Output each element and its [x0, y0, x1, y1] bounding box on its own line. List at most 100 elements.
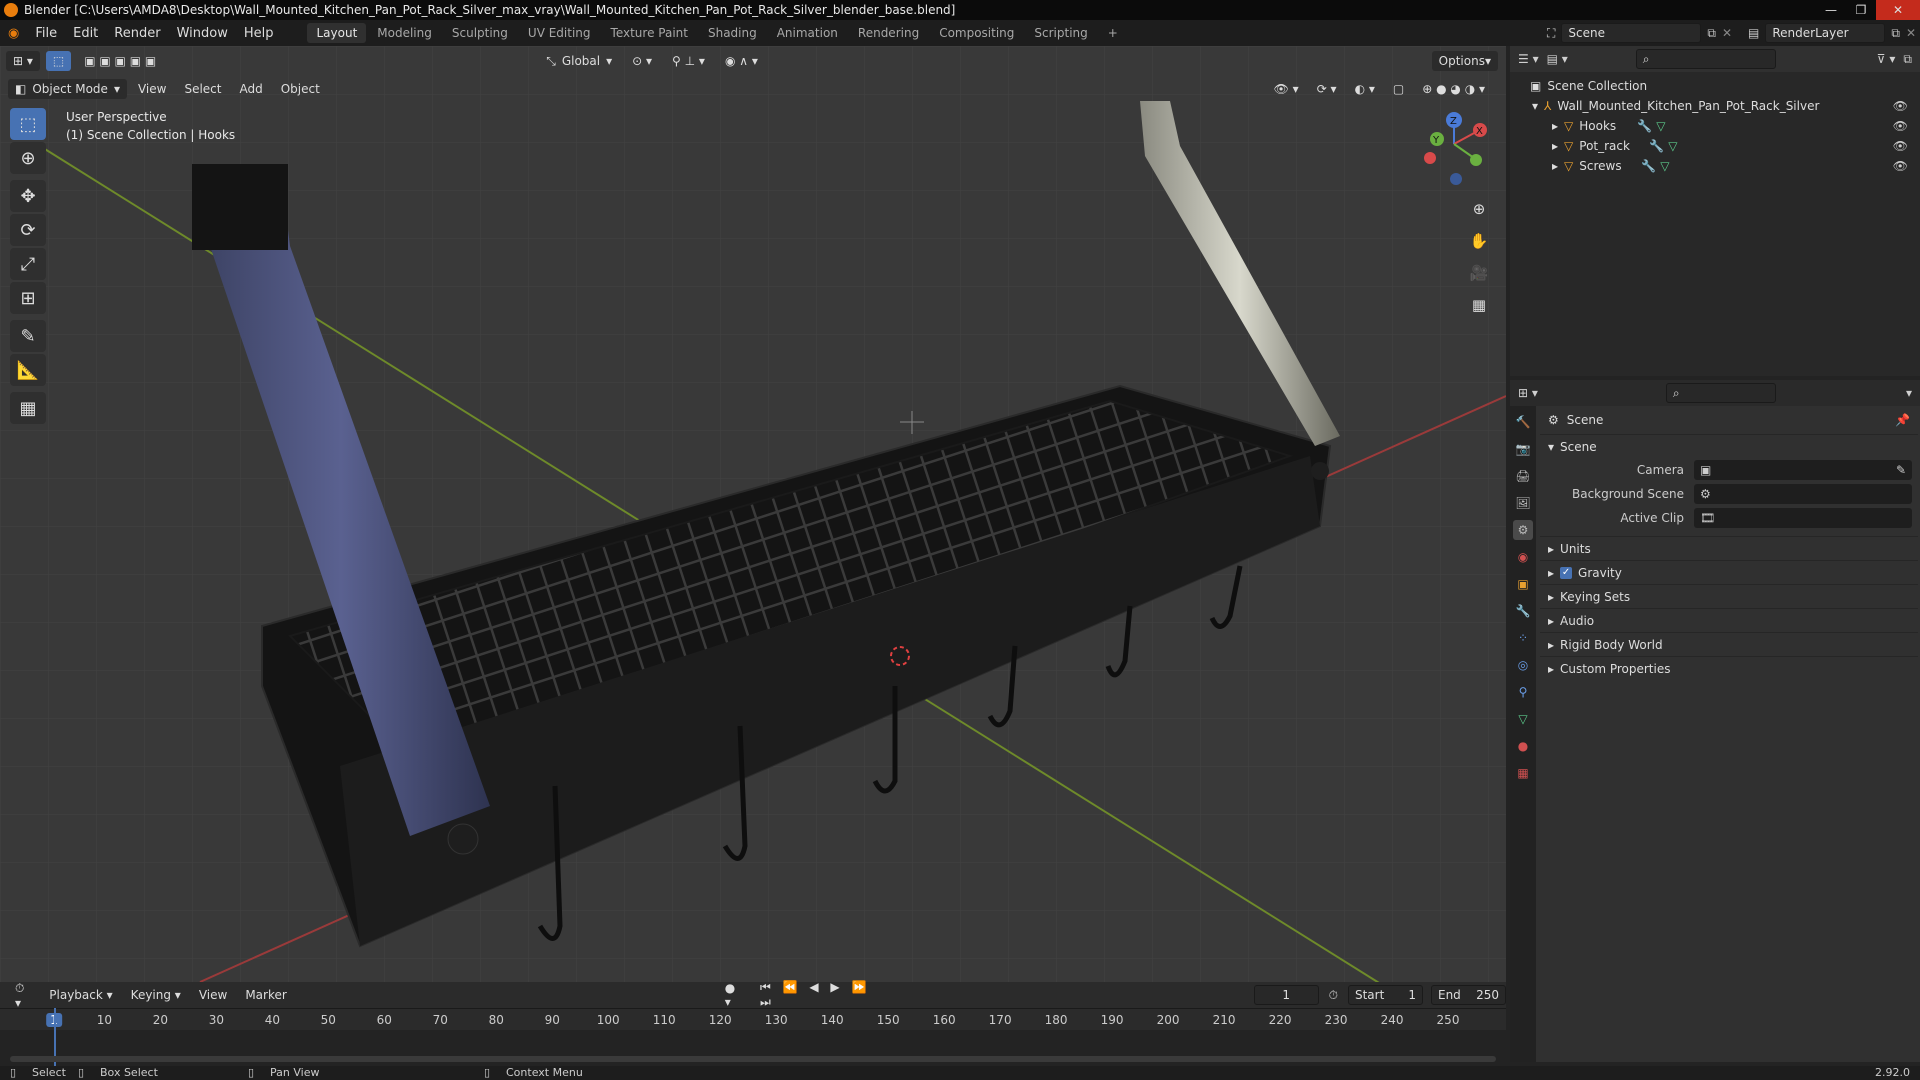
renderlayer-field[interactable]: RenderLayer [1765, 23, 1886, 43]
properties-editor-icon[interactable]: ⊞ ▾ [1518, 386, 1538, 400]
minimize-button[interactable]: — [1816, 0, 1846, 20]
material-tab-icon[interactable]: ● [1513, 736, 1533, 756]
autokey-record-icon[interactable]: ● ▾ [718, 981, 749, 1009]
tab-rendering[interactable]: Rendering [849, 23, 928, 43]
scene-section-header[interactable]: ▾ Scene [1540, 434, 1918, 458]
overlay-toggle-icon[interactable]: ◐ ▾ [1348, 79, 1382, 99]
render-tab-icon[interactable]: 📷 [1513, 439, 1533, 459]
data-tab-icon[interactable]: ▽ [1513, 709, 1533, 729]
pivot-point-icon[interactable]: ⊙ ▾ [625, 51, 659, 71]
xray-icon[interactable]: ▢ [1386, 79, 1411, 99]
shading-mode-icons[interactable]: ⊕ ● ◕ ◑ ▾ [1415, 79, 1492, 99]
timeline-menu-marker[interactable]: Marker [238, 985, 293, 1005]
outliner-editor-icon[interactable]: ☰ ▾ [1518, 52, 1539, 66]
visibility-eye-icon[interactable]: 👁 [1893, 119, 1908, 133]
pan-hand-icon[interactable]: ✋ [1466, 228, 1492, 254]
cursor-tool-icon[interactable]: ⊕ [10, 142, 46, 174]
3d-viewport[interactable]: Z X Y ⊞ ▾ ⬚ ▣ ▣ ▣ ▣ ▣ ⤡ Global ▾ ⊙ ▾ ⚲ ⊥ … [0, 46, 1506, 982]
outliner-collection[interactable]: ▾ ⅄ Wall_Mounted_Kitchen_Pan_Pot_Rack_Si… [1510, 96, 1920, 116]
viewport-menu-add[interactable]: Add [232, 79, 269, 99]
visibility-eye-icon[interactable]: 👁 [1893, 99, 1908, 113]
tab-compositing[interactable]: Compositing [930, 23, 1023, 43]
editor-type-button[interactable]: ⊞ ▾ [6, 51, 40, 71]
tool-tab-icon[interactable]: 🔨 [1513, 412, 1533, 432]
options-dropdown[interactable]: Options ▾ [1431, 51, 1498, 71]
scale-tool-icon[interactable]: ⤢ [10, 248, 46, 280]
start-frame-field[interactable]: Start 1 [1347, 985, 1423, 1005]
modifier-wrench-icon[interactable]: 🔧 [1637, 119, 1652, 133]
panel-keying-sets[interactable]: ▸ Keying Sets [1540, 584, 1918, 608]
modifier-wrench-icon[interactable]: 🔧 [1641, 159, 1656, 173]
pin-icon[interactable]: 📌 [1895, 413, 1910, 427]
tab-modeling[interactable]: Modeling [368, 23, 441, 43]
tab-scripting[interactable]: Scripting [1025, 23, 1096, 43]
view-layer-tab-icon[interactable]: 🖼 [1513, 493, 1533, 513]
add-workspace-icon[interactable]: + [1099, 23, 1127, 43]
scene-field[interactable]: Scene [1561, 23, 1702, 43]
mesh-data-icon[interactable]: ▽ [1668, 139, 1677, 153]
properties-search-input[interactable]: ⌕ [1665, 383, 1776, 403]
outliner-search-input[interactable]: ⌕ [1635, 49, 1776, 69]
renderlayer-icon[interactable]: ▤ [1748, 23, 1759, 43]
timeline-scrollbar[interactable] [10, 1056, 1496, 1062]
outliner-item-screws[interactable]: ▸ ▽ Screws 🔧 ▽ 👁 [1510, 156, 1920, 176]
rotate-tool-icon[interactable]: ⟳ [10, 214, 46, 246]
playback-controls[interactable]: ⏮ ⏪ ◀ ▶ ⏩ ⏭ [753, 980, 880, 1009]
world-tab-icon[interactable]: ◉ [1513, 547, 1533, 567]
end-frame-field[interactable]: End 250 [1430, 985, 1506, 1005]
transform-orientation-dropdown[interactable]: ⤡ Global ▾ [539, 51, 619, 71]
mesh-data-icon[interactable]: ▽ [1660, 159, 1669, 173]
texture-tab-icon[interactable]: ▦ [1513, 763, 1533, 783]
modifier-tab-icon[interactable]: 🔧 [1513, 601, 1533, 621]
snap-icon[interactable]: ⚲ ⊥ ▾ [665, 51, 712, 71]
new-collection-icon[interactable]: ⧉ [1903, 52, 1912, 67]
tab-sculpting[interactable]: Sculpting [443, 23, 517, 43]
gravity-checkbox[interactable]: ✓ [1560, 566, 1573, 579]
scene-tab-icon[interactable]: ⚙ [1513, 520, 1533, 540]
menu-file[interactable]: File [27, 26, 65, 41]
selection-mode-set-icon[interactable]: ▣ ▣ ▣ ▣ ▣ [77, 51, 163, 71]
visibility-eye-icon[interactable]: 👁 [1893, 139, 1908, 153]
close-button[interactable]: ✕ [1876, 0, 1920, 20]
blender-menu-icon[interactable]: ◉ [0, 26, 27, 41]
outliner-item-hooks[interactable]: ▸ ▽ Hooks 🔧 ▽ 👁 [1510, 116, 1920, 136]
panel-custom-properties[interactable]: ▸ Custom Properties [1540, 656, 1918, 680]
ortho-grid-icon[interactable]: ▦ [1466, 292, 1492, 318]
viewport-menu-view[interactable]: View [131, 79, 173, 99]
viewport-menu-select[interactable]: Select [177, 79, 228, 99]
scene-icon[interactable]: ⛶ [1547, 23, 1555, 43]
maximize-button[interactable]: ❐ [1846, 0, 1876, 20]
panel-units[interactable]: ▸ Units [1540, 536, 1918, 560]
tab-texture-paint[interactable]: Texture Paint [602, 23, 697, 43]
tab-uv-editing[interactable]: UV Editing [519, 23, 600, 43]
menu-window[interactable]: Window [169, 26, 236, 41]
timeline-menu-keying[interactable]: Keying ▾ [124, 985, 188, 1005]
eyedropper-icon[interactable]: ✎ [1896, 463, 1906, 477]
timeline-menu-view[interactable]: View [192, 985, 234, 1005]
timeline-editor-icon[interactable]: ⏱ ▾ [8, 981, 38, 1010]
menu-render[interactable]: Render [106, 26, 168, 41]
remove-scene-icon[interactable]: ✕ [1722, 23, 1732, 43]
visibility-eye-icon[interactable]: 👁 [1893, 159, 1908, 173]
viewport-menu-object[interactable]: Object [274, 79, 327, 99]
zoom-icon[interactable]: ⊕ [1466, 196, 1492, 222]
tab-layout[interactable]: Layout [307, 23, 367, 43]
move-tool-icon[interactable]: ✥ [10, 180, 46, 212]
current-frame-field[interactable]: 1 [1253, 985, 1319, 1005]
transform-tool-icon[interactable]: ⊞ [10, 282, 46, 314]
tab-animation[interactable]: Animation [768, 23, 847, 43]
physics-tab-icon[interactable]: ◎ [1513, 655, 1533, 675]
proportional-edit-icon[interactable]: ◉ ∧ ▾ [718, 51, 765, 71]
properties-options-icon[interactable]: ▾ [1906, 386, 1912, 400]
select-box-mode-icon[interactable]: ⬚ [45, 51, 72, 71]
panel-rigid-body-world[interactable]: ▸ Rigid Body World [1540, 632, 1918, 656]
panel-audio[interactable]: ▸ Audio [1540, 608, 1918, 632]
measure-tool-icon[interactable]: 📐 [10, 354, 46, 386]
remove-layer-icon[interactable]: ✕ [1906, 23, 1916, 43]
expand-chevron-icon[interactable]: ▾ [1532, 99, 1538, 113]
camera-view-icon[interactable]: 🎥 [1466, 260, 1492, 286]
tab-shading[interactable]: Shading [699, 23, 766, 43]
background-scene-field[interactable]: ⚙ [1694, 484, 1912, 504]
timeline-menu-playback[interactable]: Playback ▾ [42, 985, 119, 1005]
expand-chevron-icon[interactable]: ▸ [1552, 139, 1558, 153]
